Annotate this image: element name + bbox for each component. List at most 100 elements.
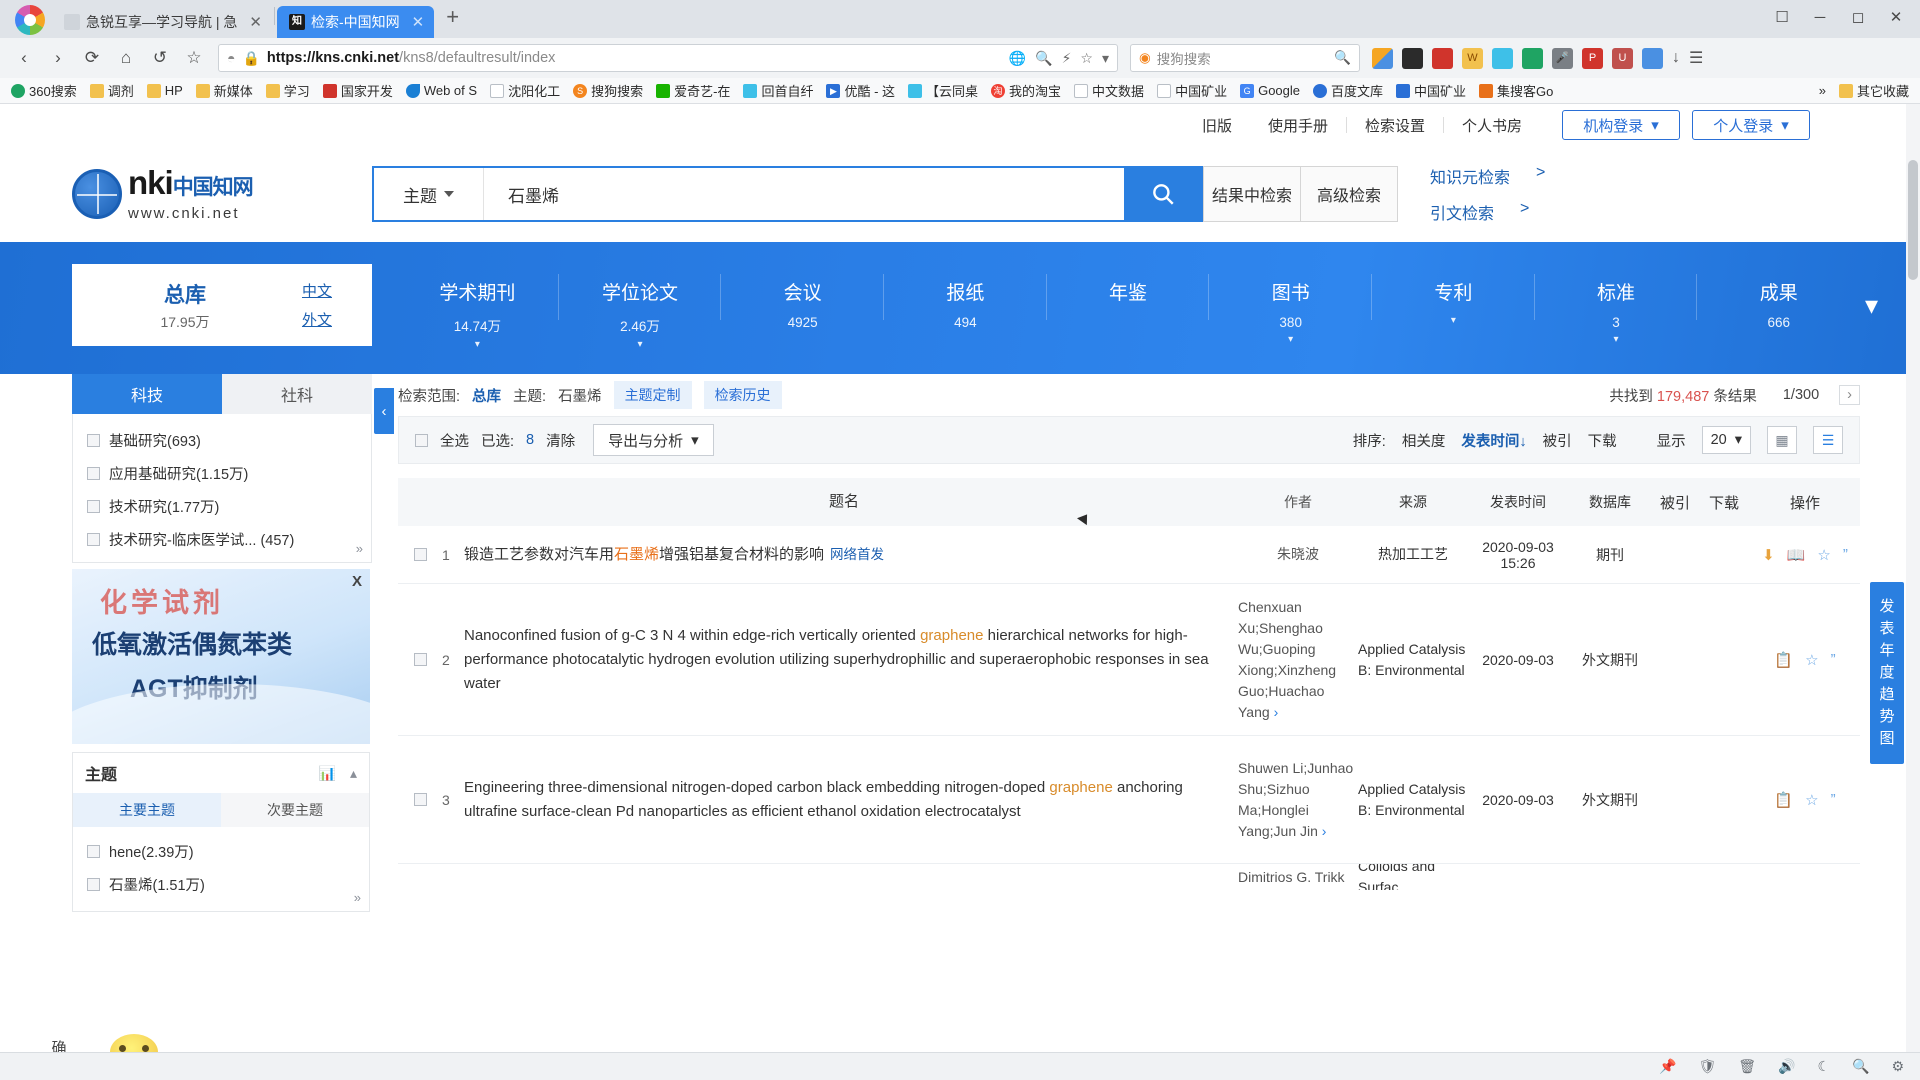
search-within-results-button[interactable]: 结果中检索: [1203, 166, 1301, 222]
row-source[interactable]: Applied Catalysis B: Environmental: [1358, 639, 1468, 681]
clear-selection-button[interactable]: 清除: [546, 430, 575, 451]
bookmark-item[interactable]: 调剂: [85, 79, 139, 102]
table-row[interactable]: 2 Nanoconfined fusion of g-C 3 N 4 withi…: [398, 584, 1860, 736]
topic-more-button[interactable]: »: [354, 890, 361, 905]
quote-icon[interactable]: ”: [1843, 546, 1848, 564]
row-source[interactable]: Applied Catalysis B: Environmental: [1358, 779, 1468, 821]
bookmark-item[interactable]: 中国矿业: [1152, 79, 1232, 102]
topic-tab-secondary[interactable]: 次要主题: [221, 793, 369, 827]
folder-ext-icon[interactable]: [1642, 47, 1663, 69]
apps-icon[interactable]: [1372, 47, 1393, 69]
topic-item[interactable]: 石墨烯(1.51万): [73, 868, 369, 901]
category-tab-newspapers[interactable]: 报纸 494: [884, 270, 1047, 330]
nav-old-version[interactable]: 旧版: [1184, 115, 1250, 136]
pin-icon[interactable]: 📌: [1659, 1058, 1676, 1075]
page-scrollbar[interactable]: [1906, 104, 1920, 1052]
trash-icon[interactable]: 🗑: [1738, 1058, 1756, 1075]
star-icon[interactable]: ☆: [1080, 50, 1093, 67]
facet-checkbox[interactable]: [87, 434, 100, 447]
sort-by-relevance[interactable]: 相关度: [1402, 430, 1446, 451]
bookmark-item[interactable]: 沈阳化工: [485, 79, 565, 102]
category-tab-yearbook[interactable]: 年鉴: [1047, 270, 1210, 320]
bookmark-item[interactable]: G Google: [1235, 81, 1305, 100]
page-scrollbar-thumb[interactable]: [1908, 160, 1918, 280]
bookmark-item[interactable]: 360搜索: [6, 79, 82, 102]
topic-checkbox[interactable]: [87, 845, 100, 858]
topic-checkbox[interactable]: [87, 878, 100, 891]
favorite-icon[interactable]: ☆: [1817, 546, 1830, 564]
mute-icon[interactable]: 🔊: [1778, 1058, 1795, 1075]
shield-icon[interactable]: 🛡: [1698, 1058, 1716, 1075]
bar-chart-icon[interactable]: 📊: [319, 765, 336, 782]
search-icon[interactable]: 🔍: [1334, 50, 1351, 66]
grid-view-icon[interactable]: ▦: [1767, 426, 1797, 454]
cnki-logo[interactable]: nki中国知网 www.cnki.net: [72, 166, 352, 222]
column-header-date[interactable]: 发表时间: [1468, 492, 1568, 512]
nav-user-manual[interactable]: 使用手册: [1250, 115, 1346, 136]
browser-tab-1[interactable]: 急锐互享—学习导航 | 急 ✕: [52, 6, 272, 38]
facet-more-button[interactable]: »: [356, 541, 363, 556]
row-title[interactable]: Engineering three-dimensional nitrogen-d…: [464, 776, 1238, 824]
u-icon[interactable]: U: [1612, 47, 1633, 69]
blue-icon[interactable]: [1492, 47, 1513, 69]
green-icon[interactable]: [1522, 47, 1543, 69]
read-icon[interactable]: 📖: [1787, 546, 1806, 564]
bookmark-item[interactable]: 百度文库: [1308, 79, 1388, 102]
bookmark-item[interactable]: 国家开发: [318, 79, 398, 102]
category-tab-journals[interactable]: 学术期刊 14.74万 ▾: [396, 270, 559, 350]
category-tab-theses[interactable]: 学位论文 2.46万 ▾: [559, 270, 722, 350]
quote-icon[interactable]: ”: [1831, 791, 1836, 809]
citation-search-link[interactable]: 引文检索 >: [1430, 200, 1545, 224]
favorite-icon[interactable]: ☆: [1805, 651, 1818, 669]
category-tab-conference[interactable]: 会议 4925: [721, 270, 884, 330]
confirm-button[interactable]: 确 定: [42, 1038, 76, 1052]
column-header-database[interactable]: 数据库: [1568, 492, 1652, 512]
back-button[interactable]: ‹: [8, 43, 40, 73]
org-login-button[interactable]: 机构登录 ▾: [1562, 110, 1680, 140]
column-header-cited[interactable]: 被引: [1652, 492, 1698, 513]
advanced-search-button[interactable]: 高级检索: [1300, 166, 1398, 222]
lightning-icon[interactable]: ⚡: [1062, 50, 1072, 67]
zoom-icon[interactable]: 🔍: [1035, 50, 1052, 67]
column-header-title[interactable]: 题名: [464, 490, 1238, 514]
close-window-icon[interactable]: ✕: [1878, 4, 1914, 30]
category-tab-achievements[interactable]: 成果 666: [1697, 270, 1860, 330]
select-all-label[interactable]: 全选: [440, 430, 469, 451]
facet-item[interactable]: 技术研究-临床医学试... (457): [73, 523, 371, 556]
scope-database[interactable]: 总库: [472, 385, 501, 406]
facet-checkbox[interactable]: [87, 467, 100, 480]
total-database-card[interactable]: 总库 17.95万 中文 外文: [72, 264, 372, 346]
column-header-download[interactable]: 下载: [1698, 492, 1750, 513]
bookmark-item[interactable]: 中文数据: [1069, 79, 1149, 102]
browser-search-input[interactable]: ◉ 搜狗搜索 🔍: [1130, 44, 1360, 72]
browser-logo-button[interactable]: [8, 2, 52, 38]
facet-item[interactable]: 应用基础研究(1.15万): [73, 457, 371, 490]
column-header-author[interactable]: 作者: [1238, 492, 1358, 513]
expand-categories-icon[interactable]: ▾: [1865, 290, 1878, 321]
restore-window-icon[interactable]: ☐: [1764, 4, 1800, 30]
translate-icon[interactable]: 🌐: [1009, 50, 1026, 67]
knowledge-element-search-link[interactable]: 知识元检索 >: [1430, 164, 1545, 188]
bookmark-item[interactable]: 学习: [261, 79, 315, 102]
downloads-icon[interactable]: ↓: [1672, 49, 1680, 67]
category-tab-patents[interactable]: 专利 ▾: [1372, 270, 1535, 326]
panda-icon[interactable]: [1402, 47, 1423, 69]
row-checkbox[interactable]: [413, 548, 427, 561]
nav-personal-library[interactable]: 个人书房: [1444, 115, 1540, 136]
copy-icon[interactable]: 📋: [1774, 651, 1793, 669]
search-submit-button[interactable]: [1124, 168, 1202, 220]
other-bookmarks-folder[interactable]: 其它收藏: [1834, 79, 1914, 102]
search-input[interactable]: 石墨烯: [484, 168, 1124, 220]
publication-trend-tab[interactable]: 发表年度趋势图: [1870, 582, 1904, 764]
personal-login-button[interactable]: 个人登录 ▾: [1692, 110, 1810, 140]
category-tab-books[interactable]: 图书 380 ▾: [1209, 270, 1372, 345]
row-checkbox[interactable]: [413, 653, 427, 666]
table-row[interactable]: 1 锻造工艺参数对汽车用石墨烯增强铝基复合材料的影响 网络首发 朱晓波 热加工工艺…: [398, 526, 1860, 584]
topic-tab-primary[interactable]: 主要主题: [73, 793, 221, 827]
bookmark-item[interactable]: 回首自纤: [738, 79, 818, 102]
list-view-icon[interactable]: ☰: [1813, 426, 1843, 454]
favorite-icon[interactable]: ☆: [1805, 791, 1818, 809]
bookmark-item[interactable]: 淘我的淘宝: [986, 79, 1066, 102]
bookmark-star-button[interactable]: ☆: [178, 43, 210, 73]
sort-by-download[interactable]: 下载: [1588, 430, 1617, 451]
